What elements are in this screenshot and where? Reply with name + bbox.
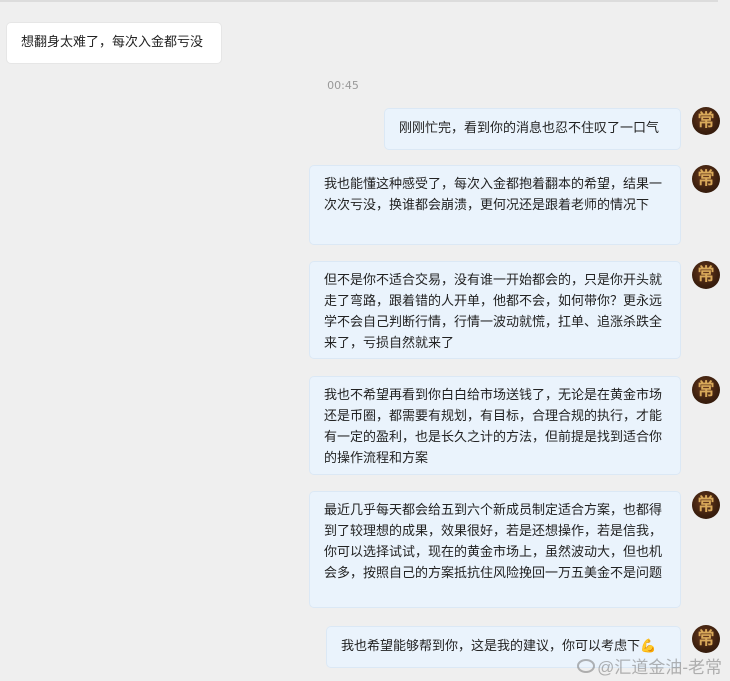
message-bubble-outgoing[interactable]: 我也能懂这种感受了，每次入金都抱着翻本的希望，结果一次次亏没，换谁都会崩溃，更何… — [310, 166, 680, 244]
avatar-glyph: 常 — [697, 629, 715, 649]
avatar-glyph: 常 — [697, 495, 715, 515]
avatar[interactable]: 常 — [692, 261, 720, 289]
message-text: 想翻身太难了，每次入金都亏没 — [21, 35, 204, 50]
message-text: 我也希望能够帮到你，这是我的建议，你可以考虑下💪 — [341, 639, 657, 654]
weibo-icon — [577, 658, 596, 673]
message-text: 刚刚忙完，看到你的消息也忍不住叹了一口气 — [399, 121, 660, 136]
message-bubble-outgoing[interactable]: 我也不希望再看到你白白给市场送钱了，无论是在黄金市场还是币圈，都需要有规划，有目… — [310, 377, 680, 474]
watermark: @汇道金油-老常 — [577, 653, 722, 678]
message-text: 最近几乎每天都会给五到六个新成员制定适合方案，也都得到了较理想的成果，效果很好，… — [324, 503, 663, 581]
avatar[interactable]: 常 — [692, 625, 720, 653]
message-bubble-incoming[interactable]: 想翻身太难了，每次入金都亏没 — [7, 23, 221, 63]
avatar-glyph: 常 — [697, 380, 715, 400]
top-divider — [0, 0, 718, 2]
message-bubble-outgoing[interactable]: 最近几乎每天都会给五到六个新成员制定适合方案，也都得到了较理想的成果，效果很好，… — [310, 492, 680, 607]
watermark-text: @汇道金油-老常 — [597, 658, 722, 677]
avatar-glyph: 常 — [697, 265, 715, 285]
message-bubble-outgoing[interactable]: 刚刚忙完，看到你的消息也忍不住叹了一口气 — [385, 109, 680, 149]
message-text: 我也不希望再看到你白白给市场送钱了，无论是在黄金市场还是币圈，都需要有规划，有目… — [324, 388, 663, 466]
avatar-glyph: 常 — [697, 111, 715, 131]
avatar[interactable]: 常 — [692, 165, 720, 193]
timestamp: 00:45 — [327, 79, 359, 92]
message-text: 我也能懂这种感受了，每次入金都抱着翻本的希望，结果一次次亏没，换谁都会崩溃，更何… — [324, 177, 663, 213]
avatar-glyph: 常 — [697, 169, 715, 189]
message-bubble-outgoing[interactable]: 但不是你不适合交易，没有谁一开始都会的，只是你开头就走了弯路，跟着错的人开单，他… — [310, 262, 680, 358]
message-text: 但不是你不适合交易，没有谁一开始都会的，只是你开头就走了弯路，跟着错的人开单，他… — [324, 273, 663, 351]
avatar[interactable]: 常 — [692, 491, 720, 519]
avatar[interactable]: 常 — [692, 376, 720, 404]
avatar[interactable]: 常 — [692, 107, 720, 135]
